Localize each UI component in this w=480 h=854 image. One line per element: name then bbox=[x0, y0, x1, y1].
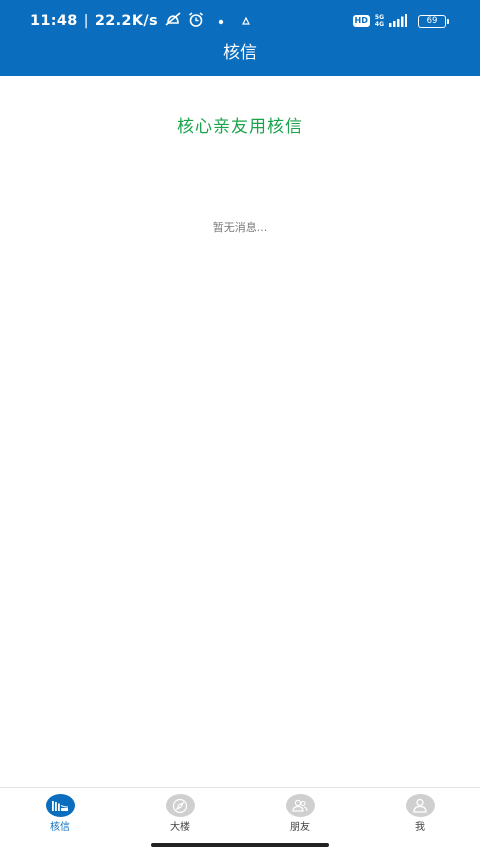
empty-message: 暂无消息... bbox=[212, 221, 268, 234]
tab-label-dalou: 大楼 bbox=[170, 822, 190, 833]
tab-label-hexin: 核信 bbox=[50, 822, 70, 833]
app-header: 11:48 | 22.2K/s HD 5G 4G 69 核信 bbox=[0, 0, 480, 76]
network-type: 5G 4G bbox=[375, 14, 384, 28]
slogan-text: 核心亲友用核信 bbox=[177, 117, 303, 137]
compass-icon bbox=[165, 794, 195, 817]
network-bottom: 4G bbox=[374, 21, 384, 28]
alarm-icon bbox=[188, 11, 204, 31]
status-time: 11:48 bbox=[30, 13, 78, 29]
tab-friends[interactable]: 朋友 bbox=[240, 792, 360, 840]
network-speed: 22.2K/s bbox=[94, 13, 158, 29]
tab-label-friends: 朋友 bbox=[290, 822, 310, 833]
battery-icon: 69 bbox=[418, 14, 449, 28]
mute-icon bbox=[164, 12, 182, 30]
tab-hexin[interactable]: 核信 bbox=[0, 792, 120, 840]
home-indicator[interactable] bbox=[151, 843, 329, 847]
page-title: 核信 bbox=[223, 43, 257, 63]
status-divider: | bbox=[83, 13, 89, 29]
status-right: HD 5G 4G 69 bbox=[352, 12, 449, 31]
status-left: 11:48 | 22.2K/s bbox=[30, 11, 250, 31]
tab-dalou[interactable]: 大楼 bbox=[120, 792, 240, 840]
network-top: 5G bbox=[374, 14, 384, 21]
signal-icon bbox=[389, 12, 407, 31]
chat-wave-icon bbox=[45, 794, 75, 817]
friends-icon bbox=[285, 794, 315, 817]
app-notification-icon bbox=[241, 13, 250, 29]
status-bar: 11:48 | 22.2K/s HD 5G 4G 69 bbox=[0, 0, 480, 40]
hd-badge: HD bbox=[352, 15, 370, 27]
tab-label-me: 我 bbox=[415, 822, 425, 833]
notification-dot-icon bbox=[218, 13, 224, 29]
person-icon bbox=[405, 794, 435, 817]
tab-me[interactable]: 我 bbox=[360, 792, 480, 840]
